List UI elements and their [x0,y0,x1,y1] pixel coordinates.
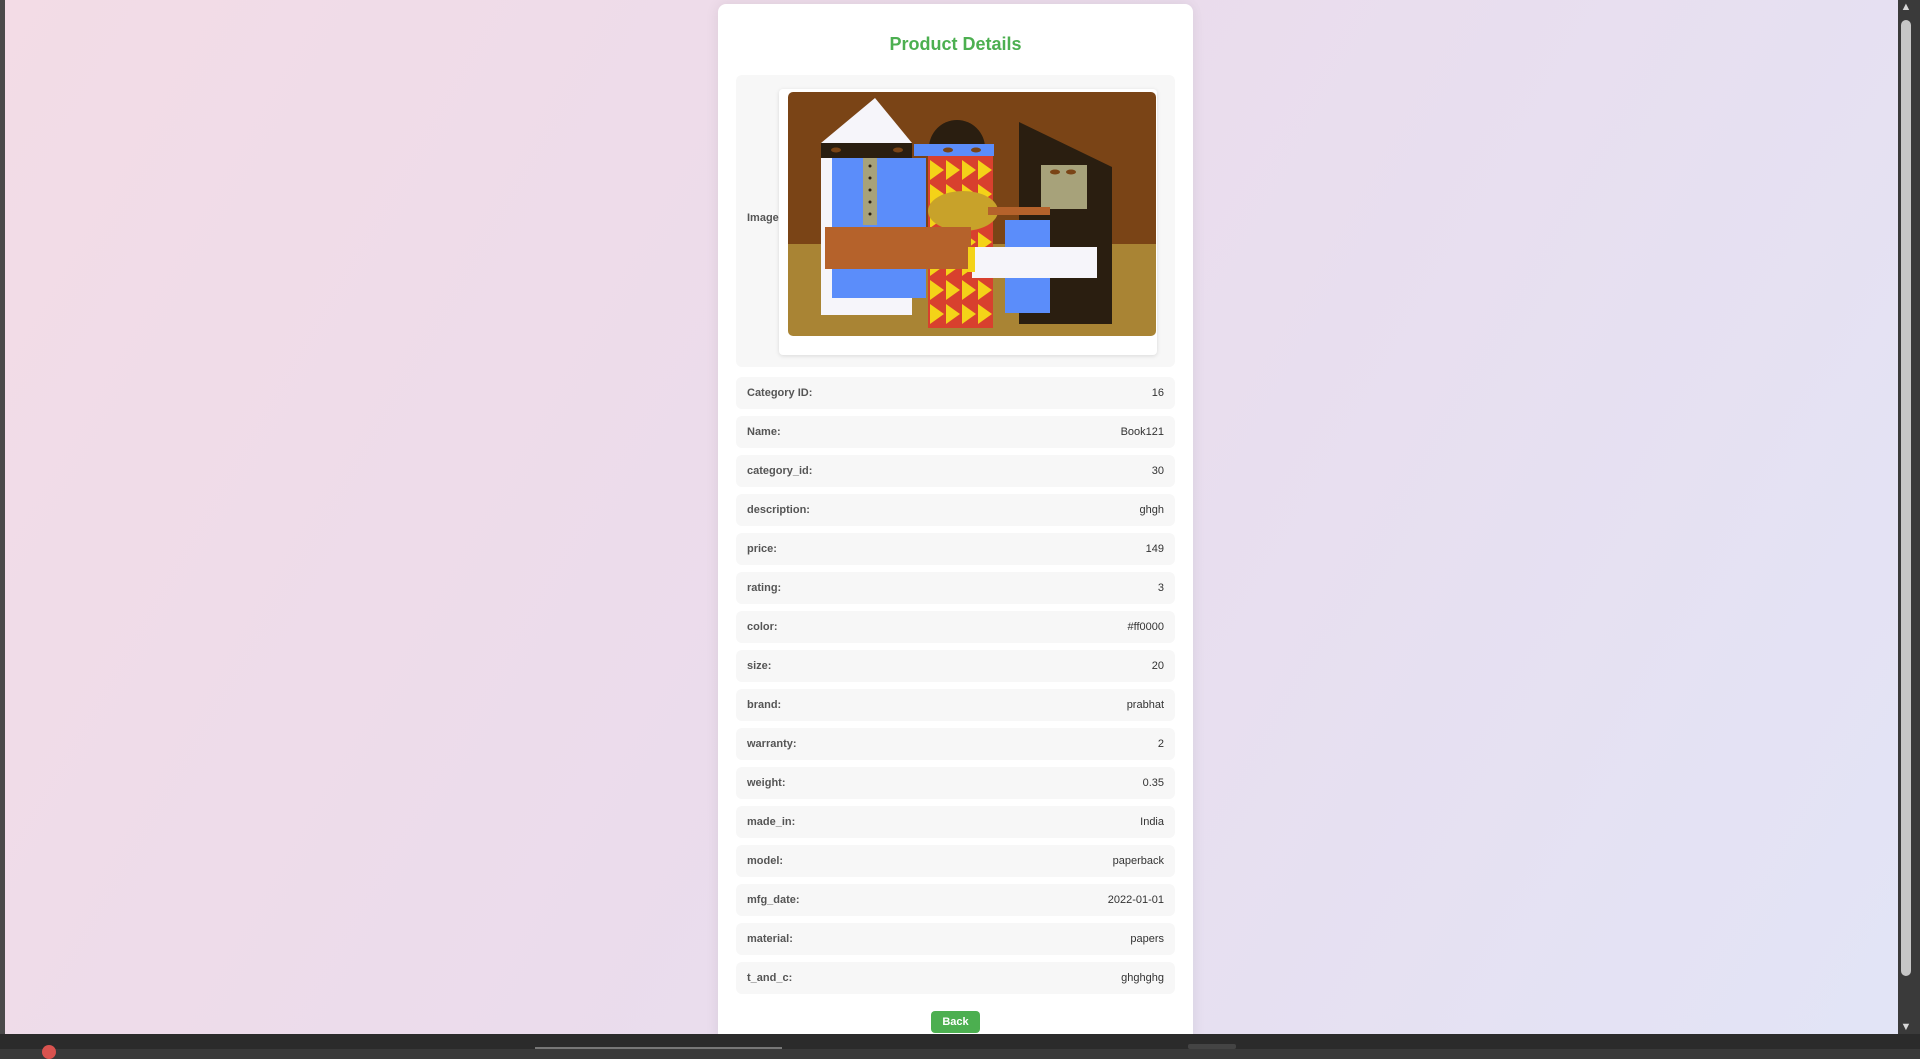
field-value: Book121 [1120,426,1164,438]
field-value: prabhat [1126,699,1164,711]
field-value: paperback [1112,855,1164,867]
detail-row: material: papers [736,923,1175,955]
taskbar [0,1034,1920,1049]
field-value: ghgh [1139,504,1164,516]
detail-row: mfg_date: 2022-01-01 [736,884,1175,916]
field-value: 2 [1157,738,1164,750]
detail-row: brand: prabhat [736,689,1175,721]
field-value: 2022-01-01 [1107,894,1164,906]
detail-row: price: 149 [736,533,1175,565]
field-label: made_in: [747,816,796,828]
detail-row: made_in: India [736,806,1175,838]
image-frame [779,89,1157,355]
product-image [788,92,1156,336]
detail-row: description: ghgh [736,494,1175,526]
taskbar-indicator [1188,1044,1236,1049]
field-value: 16 [1151,387,1164,399]
detail-row: category_id: 30 [736,455,1175,487]
field-label: Name: [747,426,781,438]
triangle-up-icon[interactable]: ▲ [1898,0,1914,14]
field-label: model: [747,855,784,867]
field-label: mfg_date: [747,894,800,906]
field-value: India [1140,816,1164,828]
field-label: rating: [747,582,782,594]
product-details-card: Product Details Image: Category ID: 16 N… [718,4,1193,1034]
detail-row: size: 20 [736,650,1175,682]
field-label: brand: [747,699,782,711]
field-value: ghghghg [1121,972,1164,984]
detail-row: color: #ff0000 [736,611,1175,643]
field-label: price: [747,543,777,555]
detail-row: warranty: 2 [736,728,1175,760]
vertical-scrollbar[interactable]: ▲ ▼ [1898,0,1914,1034]
back-button[interactable]: Back [931,1011,980,1033]
field-label: t_and_c: [747,972,793,984]
detail-row: t_and_c: ghghghg [736,962,1175,994]
page-title: Product Details [889,34,1022,54]
page-viewport: Product Details Image: Category ID: 16 N… [5,0,1898,1034]
field-value: 0.35 [1142,777,1164,789]
app-icon[interactable] [42,1045,56,1059]
field-value: 30 [1151,465,1164,477]
field-value: 149 [1145,543,1164,555]
field-label: color: [747,621,778,633]
detail-row: Category ID: 16 [736,377,1175,409]
image-label: Image: [747,212,783,224]
image-row: Image: [736,75,1175,367]
scrollbar-thumb[interactable] [1901,20,1911,976]
field-label: warranty: [747,738,797,750]
field-label: description: [747,504,810,516]
detail-row: model: paperback [736,845,1175,877]
field-value: #ff0000 [1127,621,1164,633]
field-value: papers [1130,933,1164,945]
field-value: 3 [1157,582,1164,594]
field-label: material: [747,933,793,945]
field-label: Category ID: [747,387,813,399]
field-value: 20 [1151,660,1164,672]
field-label: category_id: [747,465,813,477]
triangle-down-icon[interactable]: ▼ [1898,1020,1914,1034]
field-label: weight: [747,777,786,789]
detail-row: Name: Book121 [736,416,1175,448]
detail-row: weight: 0.35 [736,767,1175,799]
detail-row: rating: 3 [736,572,1175,604]
field-label: size: [747,660,772,672]
